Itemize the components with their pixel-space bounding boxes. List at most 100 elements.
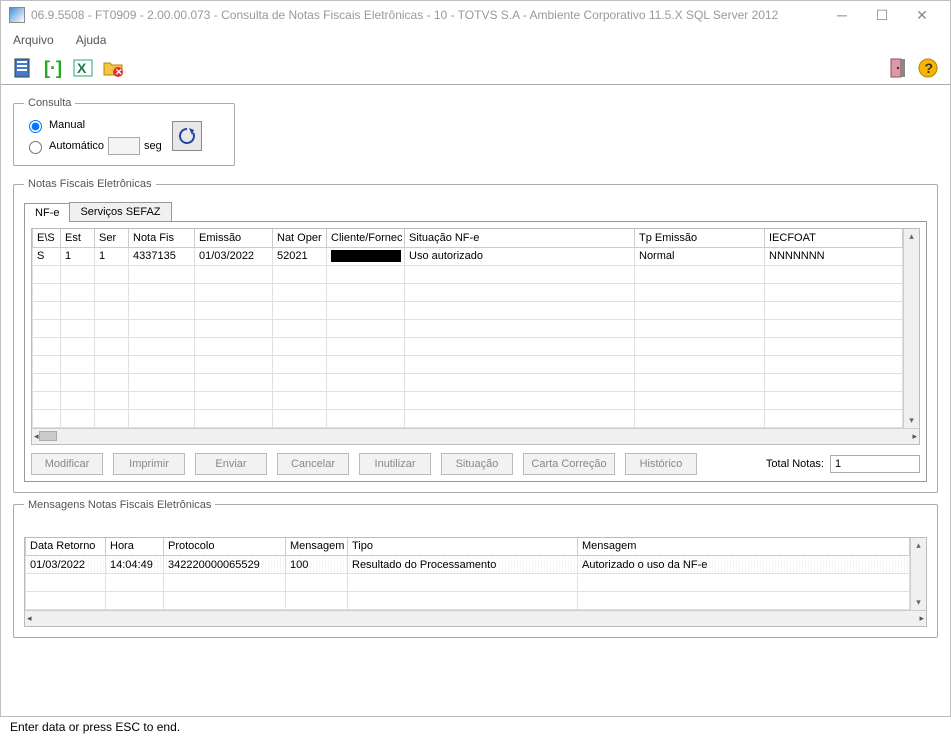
- cell-situacao: Uso autorizado: [405, 247, 635, 265]
- col-iecfoat[interactable]: IECFOAT: [765, 229, 903, 247]
- col-cliente[interactable]: Cliente/Fornec: [327, 229, 405, 247]
- consulta-group: Consulta Manual Automático seg: [13, 97, 235, 166]
- carta-correcao-button[interactable]: Carta Correção: [523, 453, 615, 475]
- excel-export-icon[interactable]: X: [69, 54, 97, 82]
- cell-iecfoat: NNNNNNN: [765, 247, 903, 265]
- msg-vscrollbar[interactable]: ▴▾: [910, 538, 926, 611]
- svg-text:✕: ✕: [115, 67, 123, 77]
- table-row[interactable]: [33, 265, 903, 283]
- maximize-button[interactable]: ☐: [862, 3, 902, 27]
- table-row[interactable]: [26, 592, 910, 610]
- radio-manual-input[interactable]: [29, 120, 42, 133]
- radio-manual-label: Manual: [49, 119, 85, 131]
- cell-nota: 4337135: [129, 247, 195, 265]
- col-natoper[interactable]: Nat Oper: [273, 229, 327, 247]
- mcell-tipo: Resultado do Processamento: [348, 556, 578, 574]
- total-notas-value: 1: [830, 455, 920, 473]
- menu-arquivo[interactable]: Arquivo: [9, 31, 58, 49]
- consulta-legend: Consulta: [24, 97, 75, 109]
- nfe-vscrollbar[interactable]: ▴▾: [903, 229, 919, 428]
- mcell-data: 01/03/2022: [26, 556, 106, 574]
- tab-nfe[interactable]: NF-e: [24, 203, 70, 222]
- col-emissao[interactable]: Emissão: [195, 229, 273, 247]
- msg-grid[interactable]: Data Retorno Hora Protocolo Mensagem Tip…: [24, 537, 927, 628]
- table-row[interactable]: 01/03/2022 14:04:49 342220000065529 100 …: [26, 556, 910, 574]
- table-row[interactable]: [33, 301, 903, 319]
- situacao-button[interactable]: Situação: [441, 453, 513, 475]
- window-titlebar: 06.9.5508 - FT0909 - 2.00.00.073 - Consu…: [1, 1, 950, 29]
- svg-text:[·]: [·]: [44, 58, 62, 78]
- folder-delete-icon[interactable]: ✕: [99, 54, 127, 82]
- mcol-tipo[interactable]: Tipo: [348, 538, 578, 556]
- cancelar-button[interactable]: Cancelar: [277, 453, 349, 475]
- inutilizar-button[interactable]: Inutilizar: [359, 453, 431, 475]
- enviar-button[interactable]: Enviar: [195, 453, 267, 475]
- mcol-data[interactable]: Data Retorno: [26, 538, 106, 556]
- historico-button[interactable]: Histórico: [625, 453, 697, 475]
- col-es[interactable]: E\S: [33, 229, 61, 247]
- seg-label: seg: [144, 140, 162, 152]
- mensagens-legend: Mensagens Notas Fiscais Eletrônicas: [24, 499, 215, 511]
- refresh-button[interactable]: [172, 121, 202, 151]
- mcell-protocolo: 342220000065529: [164, 556, 286, 574]
- close-button[interactable]: ✕: [902, 3, 942, 27]
- nfe-group: Notas Fiscais Eletrônicas NF-e Serviços …: [13, 178, 938, 493]
- tab-sefaz[interactable]: Serviços SEFAZ: [69, 202, 171, 221]
- nfe-button-row: Modificar Imprimir Enviar Cancelar Inuti…: [31, 453, 920, 475]
- col-est[interactable]: Est: [61, 229, 95, 247]
- window-title: 06.9.5508 - FT0909 - 2.00.00.073 - Consu…: [31, 8, 822, 22]
- brackets-green-icon[interactable]: [·]: [39, 54, 67, 82]
- imprimir-button[interactable]: Imprimir: [113, 453, 185, 475]
- total-notas-label: Total Notas:: [766, 458, 824, 470]
- table-row[interactable]: [33, 337, 903, 355]
- modificar-button[interactable]: Modificar: [31, 453, 103, 475]
- mcol-protocolo[interactable]: Protocolo: [164, 538, 286, 556]
- cell-es: S: [33, 247, 61, 265]
- radio-automatico-label: Automático: [49, 140, 104, 152]
- svg-text:?: ?: [925, 60, 934, 76]
- toolbar: [·] X ✕ ?: [1, 51, 950, 85]
- cell-natoper: 52021: [273, 247, 327, 265]
- mensagens-group: Mensagens Notas Fiscais Eletrônicas Data…: [13, 499, 938, 639]
- msg-header-row: Data Retorno Hora Protocolo Mensagem Tip…: [26, 538, 910, 556]
- help-icon[interactable]: ?: [914, 54, 942, 82]
- table-row[interactable]: [33, 319, 903, 337]
- mcell-hora: 14:04:49: [106, 556, 164, 574]
- redacted-cliente: [331, 250, 401, 262]
- col-nota[interactable]: Nota Fis: [129, 229, 195, 247]
- col-situacao[interactable]: Situação NF-e: [405, 229, 635, 247]
- col-tpemissao[interactable]: Tp Emissão: [635, 229, 765, 247]
- table-row[interactable]: [33, 391, 903, 409]
- cell-est: 1: [61, 247, 95, 265]
- radio-automatico-input[interactable]: [29, 141, 42, 154]
- minimize-button[interactable]: ─: [822, 3, 862, 27]
- nfe-tab-panel: E\S Est Ser Nota Fis Emissão Nat Oper Cl…: [24, 221, 927, 482]
- mcol-mensagem[interactable]: Mensagem: [578, 538, 910, 556]
- seg-input[interactable]: [108, 137, 140, 155]
- nfe-hscrollbar[interactable]: ◂▸: [32, 428, 919, 444]
- table-row[interactable]: [33, 283, 903, 301]
- nfe-header-row: E\S Est Ser Nota Fis Emissão Nat Oper Cl…: [33, 229, 903, 247]
- table-row[interactable]: [33, 355, 903, 373]
- cell-emissao: 01/03/2022: [195, 247, 273, 265]
- menubar: Arquivo Ajuda: [1, 29, 950, 51]
- mcol-hora[interactable]: Hora: [106, 538, 164, 556]
- mcol-mensnum[interactable]: Mensagem: [286, 538, 348, 556]
- table-row[interactable]: [26, 574, 910, 592]
- mcell-mensnum: 100: [286, 556, 348, 574]
- cell-tpemissao: Normal: [635, 247, 765, 265]
- mcell-mensagem: Autorizado o uso da NF-e: [578, 556, 910, 574]
- radio-manual[interactable]: Manual: [24, 117, 162, 133]
- table-row[interactable]: [33, 373, 903, 391]
- radio-automatico[interactable]: Automático seg: [24, 137, 162, 155]
- nfe-grid[interactable]: E\S Est Ser Nota Fis Emissão Nat Oper Cl…: [31, 228, 920, 445]
- cell-cliente: [327, 247, 405, 265]
- document-icon[interactable]: [9, 54, 37, 82]
- table-row[interactable]: [33, 409, 903, 427]
- table-row[interactable]: S 1 1 4337135 01/03/2022 52021 Uso autor…: [33, 247, 903, 265]
- cell-ser: 1: [95, 247, 129, 265]
- menu-ajuda[interactable]: Ajuda: [72, 31, 111, 49]
- col-ser[interactable]: Ser: [95, 229, 129, 247]
- msg-hscrollbar[interactable]: ◂▸: [25, 610, 926, 626]
- exit-door-icon[interactable]: [884, 54, 912, 82]
